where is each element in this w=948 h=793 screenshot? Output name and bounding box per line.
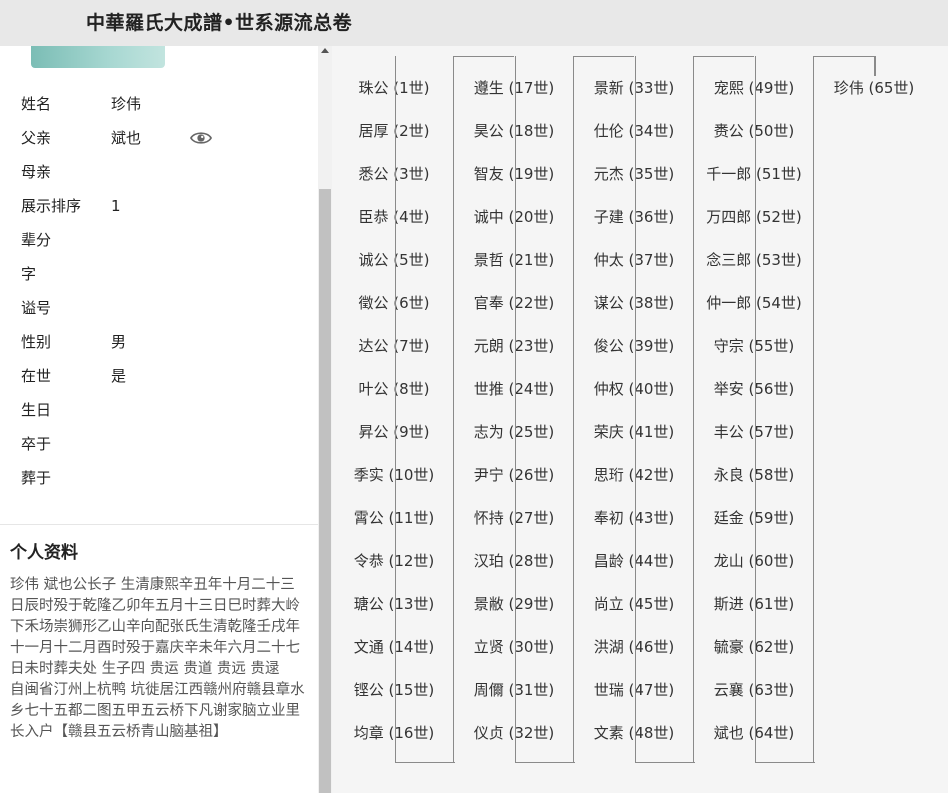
- tree-column: 珍伟 (65世): [815, 46, 933, 793]
- profile-field: 辈分: [0, 228, 318, 262]
- field-label: 父亲: [21, 129, 52, 147]
- profile-field: 性别 男: [0, 330, 318, 364]
- profile-field: 在世 是: [0, 364, 318, 398]
- profile-field: 父亲 斌也: [0, 126, 318, 160]
- tree-connector: [755, 56, 814, 762]
- field-value: 是: [111, 367, 127, 385]
- scroll-thumb[interactable]: [319, 189, 331, 793]
- page-title: 中華羅氏大成譜•世系源流总卷: [86, 12, 353, 34]
- divider: [0, 524, 318, 525]
- bio-text: 珍伟 斌也公长子 生清康熙辛丑年十月二十三日辰时殁于乾隆乙卯年五月十三日巳时葬大…: [10, 575, 306, 743]
- tree-connector-top: [814, 56, 874, 57]
- tree-connector-top: [694, 56, 754, 57]
- tree-connector: [874, 56, 876, 76]
- field-label: 字: [21, 265, 37, 283]
- profile-field: 生日: [0, 398, 318, 432]
- field-value: 斌也: [111, 129, 142, 147]
- field-label: 姓名: [21, 95, 52, 113]
- field-value: 1: [111, 197, 121, 215]
- field-label: 展示排序: [21, 197, 82, 215]
- profile-field: 姓名 珍伟: [0, 92, 318, 126]
- avatar: [31, 46, 165, 68]
- tree-connector-bottom: [395, 762, 455, 763]
- field-label: 生日: [21, 401, 52, 419]
- field-label: 葬于: [21, 469, 52, 487]
- bio-title: 个人资料: [10, 543, 78, 563]
- tree-connector-bottom: [755, 762, 815, 763]
- left-panel-scrollbar[interactable]: [318, 46, 332, 793]
- profile-field: 谥号: [0, 296, 318, 330]
- eye-icon[interactable]: [190, 129, 212, 147]
- field-value: 男: [111, 333, 127, 351]
- profile-field: 葬于: [0, 466, 318, 500]
- tree-connector: [635, 56, 694, 762]
- profile-field: 母亲: [0, 160, 318, 194]
- field-value: 珍伟: [111, 95, 142, 113]
- tree-connector: [395, 56, 454, 762]
- field-label: 卒于: [21, 435, 52, 453]
- app-header: 中華羅氏大成譜•世系源流总卷: [0, 0, 948, 46]
- field-label: 谥号: [21, 299, 52, 317]
- bio-line: 珍伟 斌也公长子 生清康熙辛丑年十月二十三日辰时殁于乾隆乙卯年五月十三日巳时葬大…: [10, 577, 300, 677]
- profile-panel: 姓名 珍伟父亲 斌也母亲展示排序 1 辈分字谥号性别 男在世 是生日卒于葬于 个人资料 珍伟…: [0, 46, 318, 793]
- generation-node[interactable]: 珍伟 (65世): [815, 78, 933, 98]
- lineage-tree: 珠公 (1世) 居厚 (2世) 悉公 (3世) 臣恭 (4世) 诚公 (5世) 徵公 (6…: [332, 46, 948, 793]
- field-label: 在世: [21, 367, 52, 385]
- profile-field: 字: [0, 262, 318, 296]
- field-label: 性别: [21, 333, 52, 351]
- tree-connector: [515, 56, 574, 762]
- bio-line: 自闽省汀州上杭鸭 坑徙居江西赣州府赣县章水乡七十五都二图五甲五云桥下凡谢家脑立业…: [10, 682, 305, 740]
- tree-connector-bottom: [635, 762, 695, 763]
- profile-field: 展示排序 1: [0, 194, 318, 228]
- tree-connector-top: [454, 56, 514, 57]
- profile-field: 卒于: [0, 432, 318, 466]
- tree-connector-bottom: [515, 762, 575, 763]
- field-label: 辈分: [21, 231, 52, 249]
- tree-connector-top: [574, 56, 634, 57]
- scroll-up-arrow-icon[interactable]: [321, 48, 329, 53]
- field-label: 母亲: [21, 163, 52, 181]
